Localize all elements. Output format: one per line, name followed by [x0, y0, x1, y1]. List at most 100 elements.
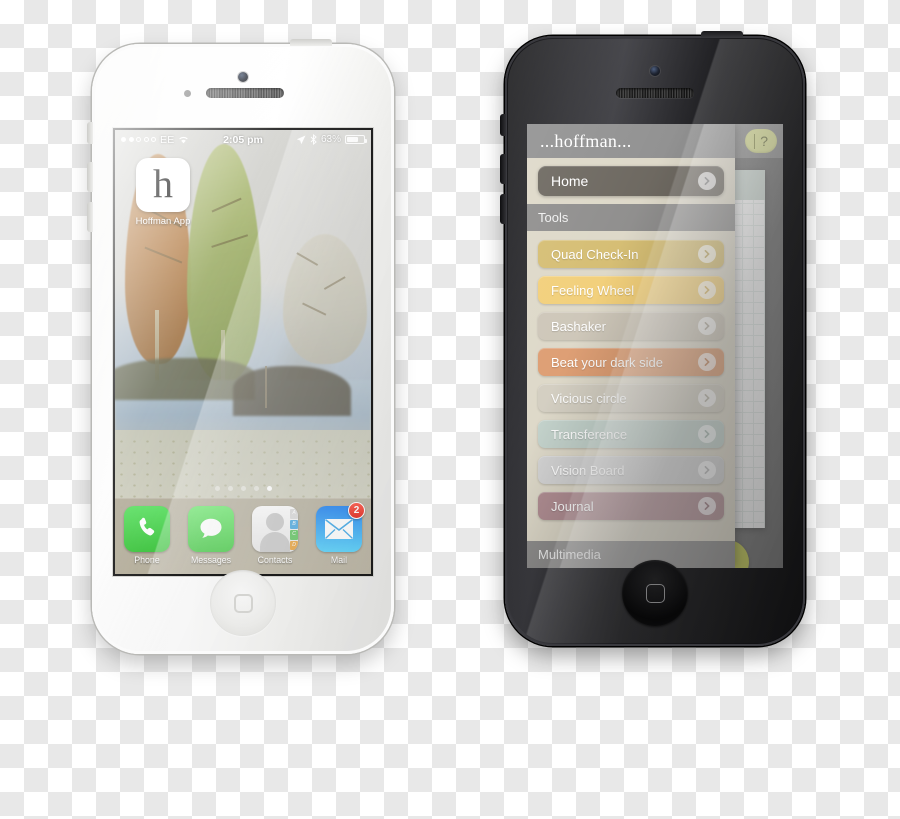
sidebar-item-vicious-circle[interactable]: Vicious circle: [538, 384, 724, 412]
chevron-right-icon: [698, 281, 716, 299]
sidebar-item-feeling-wheel[interactable]: Feeling Wheel: [538, 276, 724, 304]
power-button-black[interactable]: [701, 31, 743, 38]
mail-unread-badge: 2: [348, 502, 365, 519]
sidebar-item-label: Transference: [551, 426, 628, 442]
dock-item-mail[interactable]: 2 Mail: [312, 502, 366, 565]
app-title: ...hoffman...: [540, 130, 632, 151]
volume-up-button-black[interactable]: [500, 154, 506, 184]
sidebar-item-vision-board[interactable]: Vision Board: [538, 456, 724, 484]
earpiece-speaker-black: [616, 88, 694, 98]
page-dot[interactable]: [240, 486, 246, 491]
sidebar-item-transference[interactable]: Transference: [538, 420, 724, 448]
white-iphone-screen: EE 2:05 pm 63% h Hoffman App Phone Messa…: [115, 130, 371, 574]
dock-item-contacts[interactable]: A B C D Contacts: [248, 506, 302, 565]
sidebar-item-label: Beat your dark side: [551, 354, 664, 370]
contacts-index-tabs: A B C D: [290, 509, 298, 550]
location-arrow-icon: [296, 135, 306, 144]
volume-down-button-white[interactable]: [87, 202, 93, 232]
sidebar-section-header-tools: Tools: [527, 204, 735, 231]
page-dot[interactable]: [253, 486, 259, 491]
help-divider: [754, 133, 756, 149]
battery-percent-label: 63%: [320, 134, 341, 145]
contacts-avatar-body: [260, 532, 290, 552]
chevron-right-icon: [698, 245, 716, 263]
chevron-right-icon: [698, 389, 716, 407]
front-camera-icon-black: [650, 66, 660, 76]
volume-up-button-white[interactable]: [87, 162, 93, 192]
silent-switch-black[interactable]: [500, 114, 506, 136]
chevron-right-icon: [698, 425, 716, 443]
sidebar-home-block: Home: [527, 158, 735, 204]
page-dot-active[interactable]: [266, 486, 272, 491]
help-button-label: ?: [760, 133, 768, 149]
sidebar-item-home[interactable]: Home: [538, 166, 724, 196]
sidebar-item-label: Feeling Wheel: [551, 282, 635, 298]
home-screen-page-dots[interactable]: [115, 486, 371, 491]
sidebar-item-quad-check-in[interactable]: Quad Check-In: [538, 240, 724, 268]
black-iphone-screen: ? ...hoffman... Home Tools Quad Check-In…: [527, 124, 783, 568]
contacts-tab: C: [290, 530, 298, 540]
sidebar-section-title: Multimedia: [538, 547, 601, 562]
status-bar-left: EE: [121, 134, 223, 146]
contacts-icon[interactable]: A B C D: [252, 506, 298, 552]
wallpaper-sapling: [265, 366, 267, 408]
wallpaper-tree-grey: [283, 234, 367, 364]
app-title-bar: ...hoffman...: [527, 124, 735, 158]
chevron-right-icon: [698, 317, 716, 335]
home-button-black[interactable]: [622, 560, 688, 626]
sidebar-item-label: Bashaker: [551, 318, 606, 334]
proximity-sensor-white: [184, 90, 191, 97]
earpiece-speaker-white: [206, 88, 284, 98]
home-screen-dock: Phone Messages A B C D Contacts 2 Mail: [115, 498, 371, 574]
help-button[interactable]: ?: [745, 129, 777, 153]
hoffman-app-shortcut[interactable]: h Hoffman App: [131, 158, 195, 227]
contacts-tab: B: [290, 519, 298, 529]
contacts-tab: D: [290, 540, 298, 550]
status-bar: EE 2:05 pm 63%: [115, 130, 371, 149]
carrier-label: EE: [160, 133, 175, 146]
wallpaper-hill-right: [233, 366, 351, 416]
sidebar-item-label: Vision Board: [551, 462, 625, 478]
contacts-tab: A: [290, 509, 298, 519]
sidebar-item-beat-your-dark-side[interactable]: Beat your dark side: [538, 348, 724, 376]
sidebar-item-journal[interactable]: Journal: [538, 492, 724, 520]
chevron-right-icon: [698, 461, 716, 479]
status-bar-right: 63%: [263, 134, 367, 145]
volume-down-button-black[interactable]: [500, 194, 506, 224]
app-sidebar-menu: ...hoffman... Home Tools Quad Check-In F…: [527, 124, 735, 568]
page-dot[interactable]: [214, 486, 220, 491]
page-dot[interactable]: [227, 486, 233, 491]
chevron-right-icon: [698, 497, 716, 515]
hoffman-app-icon-glyph: h: [153, 160, 173, 206]
sidebar-item-label: Journal: [551, 498, 594, 514]
hoffman-app-label: Hoffman App: [135, 216, 191, 227]
dock-item-phone[interactable]: Phone: [120, 506, 174, 565]
sidebar-item-bashaker[interactable]: Bashaker: [538, 312, 724, 340]
home-button-white[interactable]: [210, 570, 276, 636]
battery-icon: [345, 134, 367, 145]
sidebar-item-label: Vicious circle: [551, 390, 627, 406]
chevron-right-icon: [698, 353, 716, 371]
sidebar-tools-list: Quad Check-In Feeling Wheel Bashaker Bea…: [527, 231, 735, 537]
mockup-stage: EE 2:05 pm 63% h Hoffman App Phone Messa…: [0, 0, 900, 819]
dock-item-messages[interactable]: Messages: [184, 506, 238, 565]
white-iphone-device: EE 2:05 pm 63% h Hoffman App Phone Messa…: [87, 39, 394, 654]
messages-icon[interactable]: [188, 506, 234, 552]
dock-label-phone: Phone: [134, 555, 160, 565]
wifi-icon: [179, 136, 189, 144]
power-button-white[interactable]: [290, 39, 332, 46]
sidebar-section-title: Tools: [538, 210, 569, 225]
dock-label-mail: Mail: [330, 555, 348, 565]
hoffman-app-icon[interactable]: h: [136, 158, 190, 212]
sidebar-scroll-area[interactable]: Home Tools Quad Check-In Feeling Wheel B…: [527, 158, 735, 568]
signal-strength-icon: [121, 137, 156, 142]
sidebar-item-home-label: Home: [551, 173, 589, 189]
chevron-right-icon: [698, 172, 716, 190]
sidebar-section-header-multimedia[interactable]: Multimedia: [527, 541, 735, 568]
front-camera-icon-white: [238, 72, 248, 82]
dock-label-contacts: Contacts: [257, 555, 293, 565]
silent-switch-white[interactable]: [87, 122, 93, 144]
bluetooth-icon: [310, 134, 317, 145]
phone-icon[interactable]: [124, 506, 170, 552]
black-iphone-device: ? ...hoffman... Home Tools Quad Check-In…: [500, 31, 805, 646]
